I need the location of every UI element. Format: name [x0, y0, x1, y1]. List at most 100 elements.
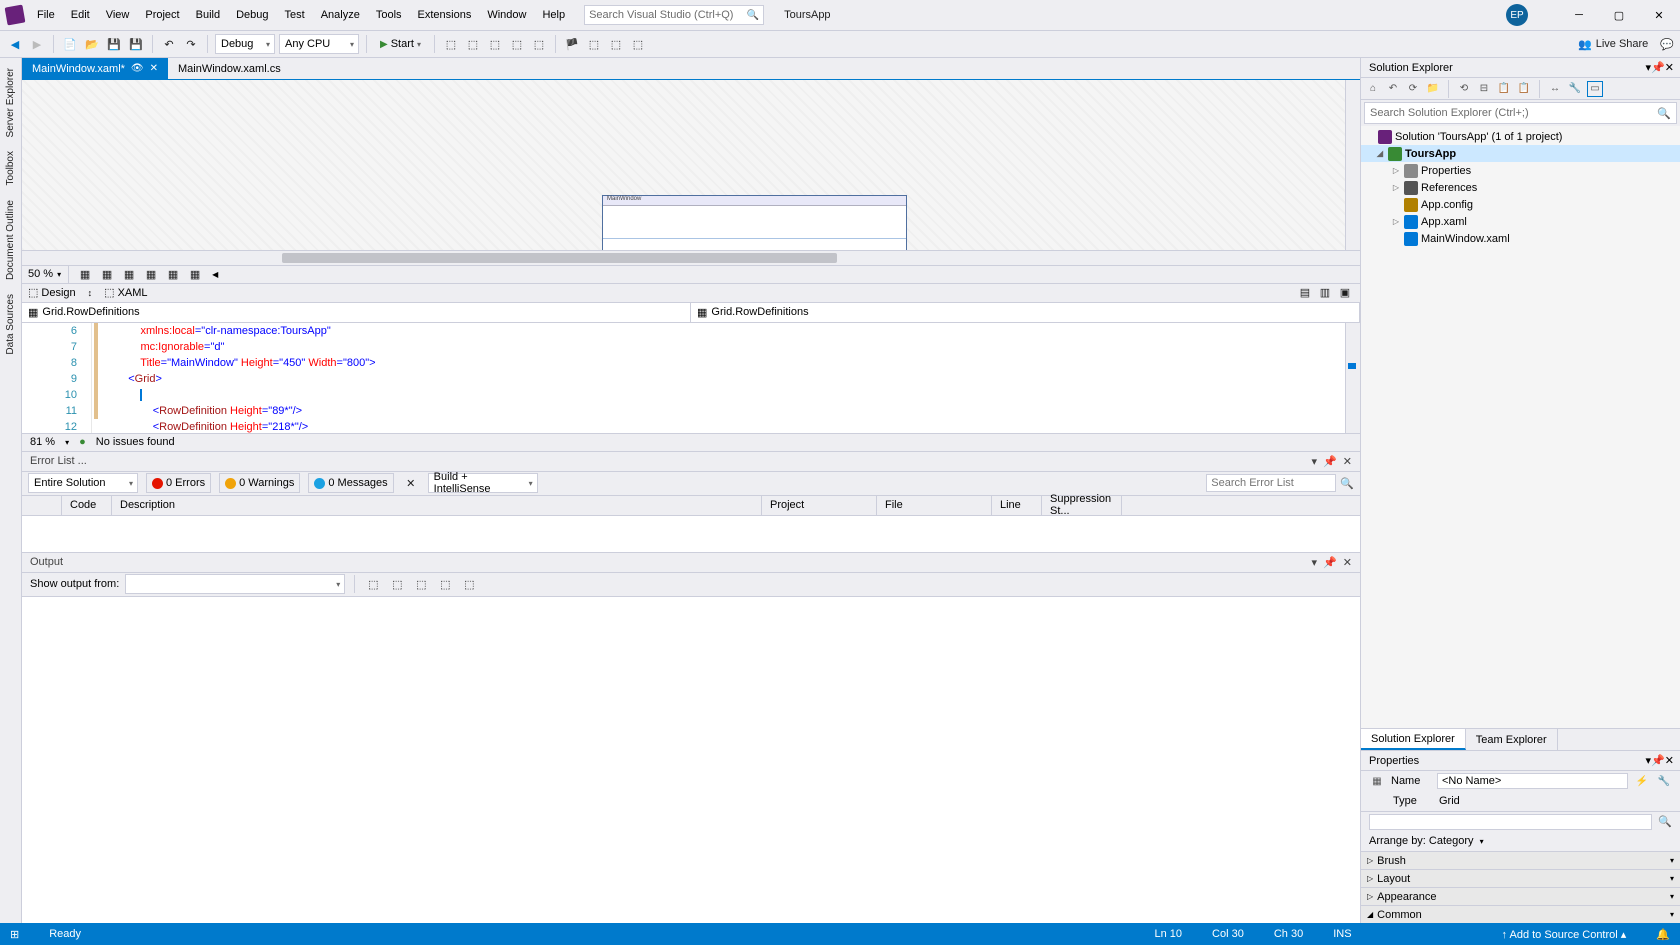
- tree-node[interactable]: ▷References: [1361, 179, 1680, 196]
- grid-button[interactable]: ▦: [98, 265, 116, 283]
- solution-tree[interactable]: Solution 'ToursApp' (1 of 1 project) ◢To…: [1361, 126, 1680, 728]
- toolbar-btn-4[interactable]: ⬚: [508, 35, 526, 53]
- props-wrench-icon[interactable]: 🔧: [1656, 773, 1672, 789]
- menu-view[interactable]: View: [99, 5, 137, 25]
- feedback-icon[interactable]: 💬: [1660, 38, 1674, 51]
- arrange-label[interactable]: Arrange by: Category: [1369, 835, 1474, 847]
- menu-project[interactable]: Project: [138, 5, 186, 25]
- xaml-tab[interactable]: ⬚XAML: [104, 286, 147, 299]
- se-refresh-button[interactable]: ⟲: [1456, 81, 1472, 97]
- redo-button[interactable]: ↷: [182, 35, 200, 53]
- error-search-input[interactable]: [1206, 474, 1336, 492]
- start-debug-button[interactable]: ▶ Start ▾: [374, 38, 427, 50]
- se-back-button[interactable]: ↶: [1385, 81, 1401, 97]
- messages-toggle[interactable]: 0 Messages: [308, 473, 393, 493]
- output-btn-5[interactable]: ⬚: [460, 575, 478, 593]
- menu-window[interactable]: Window: [480, 5, 533, 25]
- close-panel-icon[interactable]: ✕: [1343, 455, 1352, 468]
- zoom-level[interactable]: 50 %: [28, 268, 53, 280]
- nav-back-button[interactable]: ◀: [6, 35, 24, 53]
- breadcrumb-left[interactable]: ▦Grid.RowDefinitions: [22, 303, 691, 322]
- left-tab-document-outline[interactable]: Document Outline: [2, 194, 19, 286]
- toolbar-btn-7[interactable]: ⬚: [585, 35, 603, 53]
- close-button[interactable]: ✕: [1642, 4, 1676, 26]
- toolbar-btn-8[interactable]: ⬚: [607, 35, 625, 53]
- err-col[interactable]: [22, 496, 62, 515]
- new-project-button[interactable]: 📄: [61, 35, 79, 53]
- output-btn-3[interactable]: ⬚: [412, 575, 430, 593]
- error-list-header[interactable]: Error List ... ▾📌✕: [22, 452, 1360, 472]
- menu-test[interactable]: Test: [278, 5, 312, 25]
- save-button[interactable]: 💾: [105, 35, 123, 53]
- prop-category[interactable]: ▷Brush▾: [1361, 851, 1680, 869]
- prop-category[interactable]: ▷Layout▾: [1361, 869, 1680, 887]
- solution-node[interactable]: Solution 'ToursApp' (1 of 1 project): [1361, 128, 1680, 145]
- pin-icon[interactable]: 📌: [1651, 755, 1665, 767]
- source-control-label[interactable]: Add to Source Control: [1509, 929, 1617, 941]
- se-btn-8[interactable]: 📋: [1516, 81, 1532, 97]
- scope-combo[interactable]: Entire Solution: [28, 473, 138, 493]
- designer-hscroll[interactable]: [22, 250, 1360, 265]
- prop-category[interactable]: ▷Appearance▾: [1361, 887, 1680, 905]
- build-filter-combo[interactable]: Build + IntelliSense: [428, 473, 538, 493]
- properties-header[interactable]: Properties ▾📌✕: [1361, 751, 1680, 771]
- breadcrumb-right[interactable]: ▦Grid.RowDefinitions: [691, 303, 1360, 322]
- tablet-button[interactable]: ▦: [186, 265, 204, 283]
- quick-launch-search[interactable]: Search Visual Studio (Ctrl+Q) 🔍: [584, 5, 764, 25]
- minimize-button[interactable]: ─: [1562, 4, 1596, 26]
- tree-node[interactable]: ▷App.xaml: [1361, 213, 1680, 230]
- xaml-designer[interactable]: MainWindow: [22, 80, 1360, 250]
- se-collapse-button[interactable]: ⊟: [1476, 81, 1492, 97]
- pin-icon[interactable]: 📌: [1323, 455, 1337, 468]
- left-tab-toolbox[interactable]: Toolbox: [2, 145, 19, 191]
- err-col[interactable]: File: [877, 496, 992, 515]
- search-icon[interactable]: 🔍: [1658, 815, 1672, 828]
- preview-icon[interactable]: 👁: [131, 63, 144, 74]
- close-panel-icon[interactable]: ✕: [1665, 755, 1674, 767]
- collapse-button[interactable]: ▣: [1336, 284, 1354, 302]
- se-home-button[interactable]: ⌂: [1365, 81, 1381, 97]
- name-input[interactable]: [1437, 773, 1628, 789]
- left-tab-data-sources[interactable]: Data Sources: [2, 288, 19, 361]
- tree-node[interactable]: MainWindow.xaml: [1361, 230, 1680, 247]
- toolbar-btn-1[interactable]: ⬚: [442, 35, 460, 53]
- output-btn-1[interactable]: ⬚: [364, 575, 382, 593]
- output-btn-4[interactable]: ⬚: [436, 575, 454, 593]
- menu-tools[interactable]: Tools: [369, 5, 409, 25]
- phone-button[interactable]: ▦: [164, 265, 182, 283]
- toolbar-btn-5[interactable]: ⬚: [530, 35, 548, 53]
- output-text[interactable]: [22, 597, 1360, 924]
- zoom-pct[interactable]: 81 %: [30, 436, 55, 448]
- notifications-icon[interactable]: 🔔: [1656, 928, 1670, 941]
- err-col[interactable]: Project: [762, 496, 877, 515]
- maximize-button[interactable]: ▢: [1602, 4, 1636, 26]
- tree-node[interactable]: App.config: [1361, 196, 1680, 213]
- err-col[interactable]: Line: [992, 496, 1042, 515]
- designer-vscroll[interactable]: [1345, 80, 1360, 250]
- undo-button[interactable]: ↶: [160, 35, 178, 53]
- output-source-combo[interactable]: [125, 574, 345, 594]
- close-tab-icon[interactable]: ✕: [150, 63, 158, 74]
- effects-button[interactable]: ▦: [76, 265, 94, 283]
- xaml-code-editor[interactable]: 6789101112 xmlns:local="clr-namespace:To…: [22, 323, 1360, 433]
- save-all-button[interactable]: 💾: [127, 35, 145, 53]
- search-icon[interactable]: 🔍: [1340, 477, 1354, 490]
- toolbar-btn-9[interactable]: ⬚: [629, 35, 647, 53]
- props-lightning-icon[interactable]: ⚡: [1634, 773, 1650, 789]
- menu-extensions[interactable]: Extensions: [411, 5, 479, 25]
- menu-build[interactable]: Build: [189, 5, 227, 25]
- tree-node[interactable]: ▷Properties: [1361, 162, 1680, 179]
- toolbar-btn-6[interactable]: 🏴: [563, 35, 581, 53]
- snap-lines-button[interactable]: ▦: [142, 265, 160, 283]
- se-btn-9[interactable]: ↔: [1547, 81, 1563, 97]
- nav-fwd-button[interactable]: ▶: [28, 35, 46, 53]
- solution-explorer-header[interactable]: Solution Explorer ▾📌✕: [1361, 58, 1680, 78]
- errors-toggle[interactable]: 0 Errors: [146, 473, 211, 493]
- err-col[interactable]: Code: [62, 496, 112, 515]
- panel-tab[interactable]: Solution Explorer: [1361, 729, 1466, 750]
- se-preview-button[interactable]: ▭: [1587, 81, 1603, 97]
- menu-file[interactable]: File: [30, 5, 62, 25]
- platform-combo[interactable]: Any CPU: [279, 34, 359, 54]
- doc-tab[interactable]: MainWindow.xaml.cs: [168, 58, 291, 79]
- pin-icon[interactable]: 📌: [1651, 62, 1665, 74]
